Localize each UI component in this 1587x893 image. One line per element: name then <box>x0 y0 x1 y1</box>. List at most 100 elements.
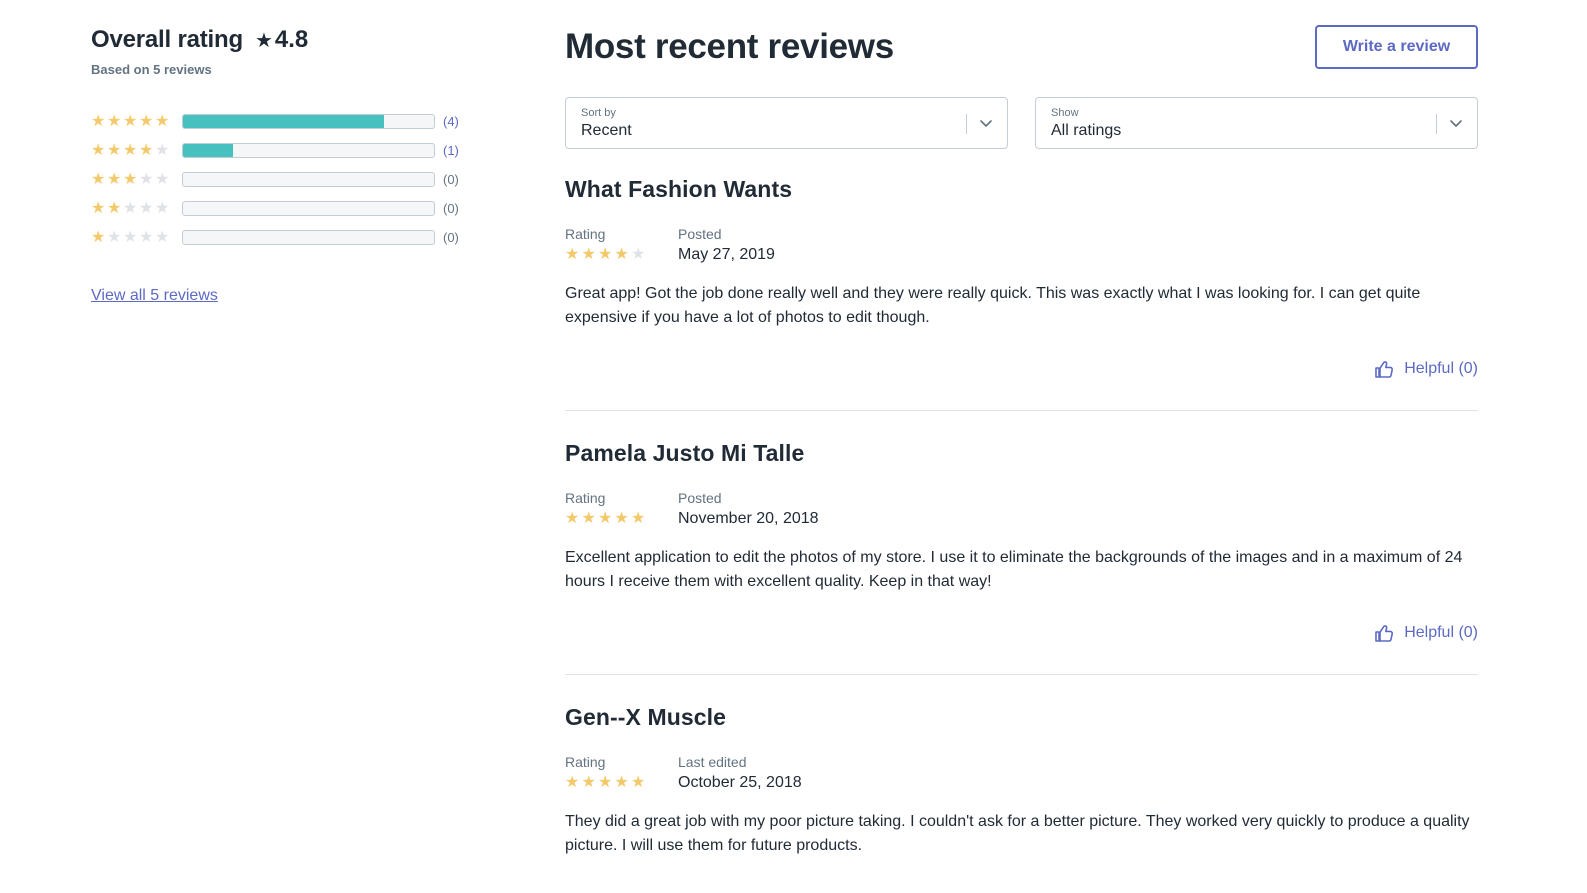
review-body: Excellent application to edit the photos… <box>565 549 1463 590</box>
breakdown-row-4[interactable]: ★ ★ ★ ★ ★ (1) <box>91 136 471 165</box>
star-filled-icon: ★ <box>614 510 629 527</box>
review-item: What Fashion Wants Rating ★ ★ ★ ★ ★ Posted M… <box>565 149 1478 411</box>
breakdown-stars: ★ ★ ★ ★ ★ <box>91 170 182 188</box>
review-item: Gen--X Muscle Rating ★ ★ ★ ★ ★ Last edited O… <box>565 675 1478 858</box>
breakdown-stars: ★ ★ ★ ★ ★ <box>91 199 182 217</box>
write-review-button[interactable]: Write a review <box>1315 25 1478 69</box>
review-body: They did a great job with my poor pictur… <box>565 813 1470 854</box>
helpful-label: Helpful (0) <box>1404 624 1478 641</box>
star-filled-icon: ★ <box>598 246 613 263</box>
star-empty-icon: ★ <box>123 199 138 217</box>
star-filled-icon: ★ <box>598 510 613 527</box>
reviews-header: Most recent reviews Write a review <box>565 25 1478 69</box>
date-value: October 25, 2018 <box>678 774 802 791</box>
sort-by-select[interactable]: Sort by Recent <box>565 97 1008 149</box>
helpful-label: Helpful (0) <box>1404 360 1478 377</box>
helpful-button[interactable]: Helpful (0) <box>1374 623 1478 643</box>
helpful-button[interactable]: Helpful (0) <box>1374 359 1478 379</box>
star-empty-icon: ★ <box>139 228 154 246</box>
star-filled-icon: ★ <box>155 112 170 130</box>
score-value: 4.8 <box>274 26 309 53</box>
thumbs-up-icon <box>1375 361 1394 378</box>
breakdown-count[interactable]: (4) <box>443 114 459 129</box>
show-value: All ratings <box>1051 122 1122 139</box>
show-label: Show <box>1051 107 1079 119</box>
breakdown-count: (0) <box>443 230 459 245</box>
star-filled-icon: ★ <box>581 246 596 263</box>
star-filled-icon: ★ <box>631 510 646 527</box>
score-star-icon: ★ <box>254 30 273 52</box>
breakdown-bar-fill <box>183 144 234 157</box>
rating-label: Rating <box>565 754 606 770</box>
summary-header: Overall rating ★ 4.8 <box>91 26 471 54</box>
star-empty-icon: ★ <box>631 246 646 263</box>
review-rating: Rating ★ ★ ★ ★ ★ <box>565 754 678 792</box>
review-meta: Rating ★ ★ ★ ★ ★ Posted November 20, 2018 <box>565 490 1478 528</box>
review-actions: Helpful (0) <box>565 623 1478 674</box>
star-empty-icon: ★ <box>139 170 154 188</box>
chevron-down-icon <box>980 120 992 127</box>
star-filled-icon: ★ <box>91 199 106 217</box>
breakdown-stars: ★ ★ ★ ★ ★ <box>91 141 182 159</box>
breakdown-row-2: ★ ★ ★ ★ ★ (0) <box>91 194 471 223</box>
rating-breakdown: ★ ★ ★ ★ ★ (4) ★ ★ ★ ★ ★ (1) ★ ★ ★ ★ ★ (0) ★ ★ ★ ★ ★ (0) … <box>91 107 471 252</box>
breakdown-bar <box>182 230 435 245</box>
star-filled-icon: ★ <box>565 510 580 527</box>
rating-summary: Overall rating ★ 4.8 Based on 5 reviews … <box>91 26 471 305</box>
rating-label: Rating <box>565 490 606 506</box>
sort-by-label: Sort by <box>581 107 616 119</box>
date-label: Posted <box>678 490 722 506</box>
review-stars: ★ ★ ★ ★ ★ <box>565 775 678 791</box>
star-filled-icon: ★ <box>631 774 646 791</box>
star-filled-icon: ★ <box>139 112 154 130</box>
review-filters: Sort by Recent Show All ratings <box>565 97 1478 149</box>
breakdown-bar-fill <box>183 115 384 128</box>
chevron-down-icon <box>1450 120 1462 127</box>
star-filled-icon: ★ <box>581 510 596 527</box>
star-filled-icon: ★ <box>123 170 138 188</box>
star-filled-icon: ★ <box>123 141 138 159</box>
star-filled-icon: ★ <box>123 112 138 130</box>
breakdown-stars: ★ ★ ★ ★ ★ <box>91 228 182 246</box>
breakdown-bar <box>182 201 435 216</box>
breakdown-bar <box>182 172 435 187</box>
show-ratings-select[interactable]: Show All ratings <box>1035 97 1478 149</box>
star-filled-icon: ★ <box>614 246 629 263</box>
review-actions: Helpful (0) <box>565 359 1478 410</box>
star-filled-icon: ★ <box>107 112 122 130</box>
review-date: Last edited October 25, 2018 <box>678 754 802 792</box>
rating-label: Rating <box>565 226 606 242</box>
review-author: What Fashion Wants <box>565 176 793 202</box>
breakdown-count: (0) <box>443 201 459 216</box>
star-empty-icon: ★ <box>155 170 170 188</box>
star-filled-icon: ★ <box>107 170 122 188</box>
review-stars: ★ ★ ★ ★ ★ <box>565 511 678 527</box>
star-filled-icon: ★ <box>565 774 580 791</box>
star-filled-icon: ★ <box>91 170 106 188</box>
star-filled-icon: ★ <box>91 112 106 130</box>
star-filled-icon: ★ <box>565 246 580 263</box>
breakdown-row-5[interactable]: ★ ★ ★ ★ ★ (4) <box>91 107 471 136</box>
breakdown-stars: ★ ★ ★ ★ ★ <box>91 112 182 130</box>
star-filled-icon: ★ <box>139 141 154 159</box>
review-rating: Rating ★ ★ ★ ★ ★ <box>565 490 678 528</box>
page-title: Most recent reviews <box>565 27 894 66</box>
breakdown-bar <box>182 114 435 129</box>
date-label: Posted <box>678 226 722 242</box>
star-empty-icon: ★ <box>123 228 138 246</box>
breakdown-count[interactable]: (1) <box>443 143 459 158</box>
breakdown-bar <box>182 143 435 158</box>
star-empty-icon: ★ <box>155 228 170 246</box>
view-all-reviews-link[interactable]: View all 5 reviews <box>91 287 218 305</box>
star-empty-icon: ★ <box>155 141 170 159</box>
review-meta: Rating ★ ★ ★ ★ ★ Posted May 27, 2019 <box>565 226 1478 264</box>
date-value: May 27, 2019 <box>678 246 775 263</box>
based-on-count: Based on 5 reviews <box>91 62 212 77</box>
breakdown-row-1: ★ ★ ★ ★ ★ (0) <box>91 223 471 252</box>
star-filled-icon: ★ <box>107 199 122 217</box>
breakdown-count: (0) <box>443 172 459 187</box>
overall-score: ★ 4.8 <box>255 26 308 54</box>
review-stars: ★ ★ ★ ★ ★ <box>565 247 678 263</box>
star-filled-icon: ★ <box>598 774 613 791</box>
review-list: What Fashion Wants Rating ★ ★ ★ ★ ★ Posted M… <box>565 149 1478 858</box>
